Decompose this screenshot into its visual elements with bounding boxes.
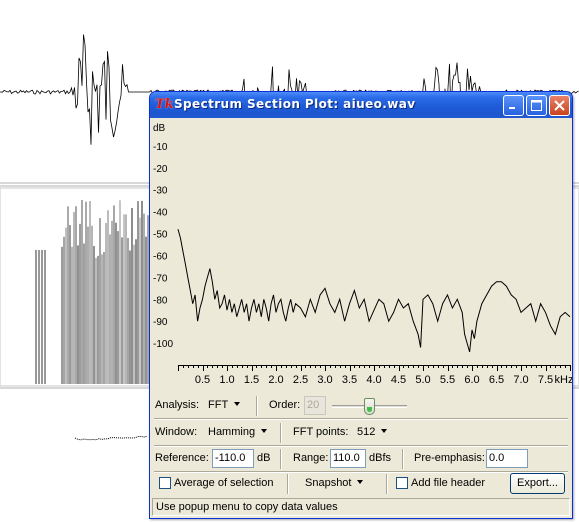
close-icon [554,100,565,111]
minimize-button[interactable] [503,95,524,116]
order-field[interactable]: 20 [304,396,326,415]
x-tick-label: 2.0 [268,374,283,386]
title-bar[interactable]: Tk Spectrum Section Plot: aiueo.wav [150,92,572,118]
x-tick-label: 7.5 [538,374,553,386]
x-tick-label: 2.5 [293,374,308,386]
preemphasis-field[interactable]: 0.0 [486,449,528,468]
x-tick-label: 7.0 [513,374,528,386]
minimize-icon [509,107,515,109]
reference-label: Reference: [155,452,209,464]
analysis-value: FFT [208,399,229,411]
separator [280,449,282,469]
x-tick-label: 4.5 [391,374,406,386]
analysis-dropdown[interactable]: FFT [208,399,241,411]
x-axis-ticks: 0.5 1.0 1.5 2.0 2.5 3.0 3.5 4.0 4.5 5.0 5.5 6.0 6.5 7… [178,365,572,386]
y-tick-label: -70 [153,273,168,284]
x-tick-label: 5.5 [440,374,455,386]
range-field[interactable]: 110.0 [330,449,366,468]
separator [402,449,404,469]
tk-logo-icon: Tk [155,97,174,112]
spectrum-plot[interactable]: dB -10 -20 -30 -40 -50 -60 -70 -80 -90 -100 0.5 1.… [150,118,572,396]
chevron-down-icon [234,402,241,406]
snapshot-label: Snapshot [305,477,352,489]
separator [386,474,388,494]
window-value: Hamming [208,426,256,438]
x-tick-label: 0.5 [195,374,210,386]
separator [256,396,258,416]
fft-points-dropdown[interactable]: 512 [357,426,388,438]
average-checkbox[interactable] [159,477,171,489]
maximize-button[interactable] [526,95,547,116]
y-tick-label: -50 [153,230,168,241]
range-unit: dBfs [369,452,392,464]
reference-field[interactable]: -110.0 [212,449,254,468]
analysis-label: Analysis: [155,399,200,411]
x-tick-label: 1.0 [219,374,234,386]
x-tick-label: 3.5 [342,374,357,386]
preemphasis-label: Pre-emphasis: [414,452,485,464]
snapshot-dropdown[interactable]: Snapshot [305,477,364,489]
x-tick-label: 6.5 [489,374,504,386]
range-label: Range: [293,452,329,464]
separator [280,423,282,443]
y-tick-label: -100 [153,339,173,350]
x-tick-label: 3.0 [317,374,332,386]
y-axis-ticks: -10 -20 -30 -40 -50 -60 -70 -80 -90 -100 [153,142,173,350]
separator [154,445,568,447]
pitch-track-view [74,435,148,441]
fft-points-value: 512 [357,426,376,438]
x-tick-label: 6.0 [464,374,479,386]
reference-row: Reference: -110.0 dB Range: 110.0 dBfs P… [150,448,572,470]
spectrum-line [177,229,571,353]
reference-unit: dB [257,452,271,464]
chevron-down-icon [357,480,364,484]
analysis-row: Analysis: FFT Order: 20 [150,395,572,417]
y-tick-label: -80 [153,295,168,306]
maximize-icon [531,100,542,111]
window-label: Window: [155,426,198,438]
chevron-down-icon [261,429,268,433]
window-dropdown[interactable]: Hamming [208,426,268,438]
y-tick-label: -10 [153,142,168,153]
order-label: Order: [269,399,301,411]
x-tick-label: 4.0 [366,374,381,386]
x-tick-label: 5.0 [415,374,430,386]
x-tick-label: 1.5 [244,374,259,386]
separator [154,418,568,420]
window-title: Spectrum Section Plot: aiueo.wav [174,97,416,111]
export-button[interactable]: Export... [510,473,565,494]
spectrum-series [177,229,571,353]
close-button[interactable] [549,95,570,116]
options-row: Average of selection Snapshot Add file h… [150,473,572,495]
add-file-header-checkbox[interactable] [396,477,408,489]
y-tick-label: -90 [153,317,168,328]
separator [287,474,289,494]
average-label[interactable]: Average of selection [174,477,273,489]
add-file-header-label[interactable]: Add file header [411,477,485,489]
window-row: Window: Hamming FFT points: 512 [150,422,572,444]
x-axis-unit-label: kHz [555,374,572,386]
y-tick-label: -60 [153,251,168,262]
pitch-curve [74,435,148,441]
y-axis-unit-label: dB [153,123,166,134]
chevron-down-icon [381,429,388,433]
y-tick-label: -30 [153,186,168,197]
y-tick-label: -40 [153,208,168,219]
spectrum-section-window: Tk Spectrum Section Plot: aiueo.wav dB -… [149,91,573,519]
y-tick-label: -20 [153,164,168,175]
status-bar: Use popup menu to copy data values [152,498,570,516]
fft-points-label: FFT points: [293,426,349,438]
order-slider-thumb[interactable] [363,398,375,415]
